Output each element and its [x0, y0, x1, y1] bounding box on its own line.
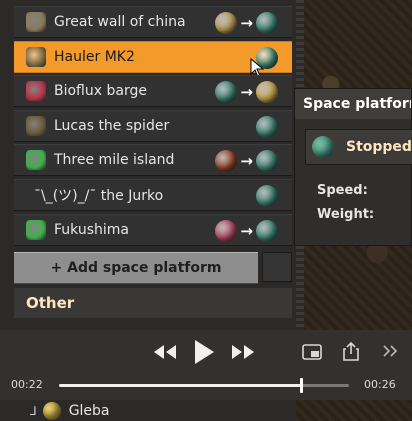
planet-icon	[42, 401, 61, 420]
share-icon[interactable]	[342, 341, 360, 361]
origin-planet-icon	[215, 81, 238, 104]
platform-name: ¯\_(ツ)_/¯ the Jurko	[34, 188, 164, 204]
platform-icon	[26, 12, 46, 32]
tooltip-status-box: Stopped	[305, 129, 412, 165]
elapsed-time: 00:22	[11, 378, 43, 391]
other-section-header[interactable]: Other	[14, 288, 292, 318]
tooltip-status: Stopped	[346, 139, 412, 155]
route-indicator: →	[215, 12, 278, 34]
platform-icon	[26, 219, 46, 240]
progress-scrubber[interactable]	[300, 378, 304, 393]
platform-name: Bioflux barge	[54, 83, 147, 100]
arrow-right-icon: →	[240, 152, 253, 171]
origin-planet-icon	[215, 150, 238, 173]
platform-name: Three mile island	[54, 152, 175, 169]
platform-icon	[26, 150, 46, 171]
destination-planet-icon	[256, 185, 278, 207]
platform-icon	[26, 46, 46, 67]
arrow-right-icon: →	[240, 83, 253, 102]
platform-row[interactable]: Lucas the spider	[14, 109, 292, 142]
speed-label: Speed:	[317, 183, 368, 198]
list-item-label: Gleba	[68, 402, 110, 419]
route-indicator: →	[215, 219, 278, 242]
play-icon[interactable]	[193, 339, 215, 365]
platform-row[interactable]: ¯\_(ツ)_/¯ the Jurko	[14, 179, 292, 211]
platform-name: Lucas the spider	[54, 117, 170, 134]
origin-planet-icon	[215, 219, 238, 242]
destination-planet-icon	[256, 150, 278, 173]
platform-row[interactable]: Fukushima →	[14, 213, 292, 246]
platform-row[interactable]: Great wall of china →	[14, 6, 292, 38]
destination-planet-icon	[256, 12, 278, 34]
fast-forward-icon[interactable]	[231, 344, 255, 360]
arrow-right-icon: →	[240, 14, 253, 32]
platform-row[interactable]: Three mile island →	[14, 144, 292, 177]
route-indicator	[256, 185, 278, 207]
planet-icon	[312, 136, 334, 158]
more-icon[interactable]	[382, 345, 398, 357]
platform-name: Hauler MK2	[54, 48, 135, 65]
platform-name: Fukushima	[54, 221, 129, 238]
add-space-platform-button[interactable]: + Add space platform	[14, 252, 258, 284]
route-indicator	[256, 115, 278, 138]
origin-planet-icon	[215, 12, 238, 34]
space-platform-tooltip: Space platform Stopped Speed: Weight:	[294, 88, 412, 246]
playback-progress-bar[interactable]	[59, 378, 349, 393]
platform-name: Great wall of china	[54, 14, 186, 30]
platform-icon	[26, 115, 46, 136]
platform-icon	[26, 81, 46, 102]
route-indicator: →	[215, 150, 278, 173]
destination-planet-icon	[256, 81, 278, 104]
platform-row[interactable]: Bioflux barge →	[14, 75, 292, 108]
list-item-gleba[interactable]: ⅃ Gleba	[14, 400, 292, 421]
total-time: 00:26	[364, 378, 396, 391]
pip-icon[interactable]	[302, 344, 322, 360]
rewind-icon[interactable]	[153, 344, 177, 360]
media-player-controls: 00:22 00:26	[0, 330, 412, 400]
route-indicator: →	[215, 81, 278, 104]
weight-label: Weight:	[317, 207, 375, 222]
destination-planet-icon	[256, 115, 278, 138]
tooltip-title: Space platform	[295, 89, 411, 119]
destination-planet-icon	[256, 219, 278, 242]
add-platform-options-button[interactable]	[262, 252, 292, 282]
platform-row[interactable]: Hauler MK2	[14, 40, 292, 78]
progress-fill	[59, 384, 302, 387]
chevron-icon: ⅃	[30, 403, 37, 418]
arrow-right-icon: →	[240, 221, 253, 240]
